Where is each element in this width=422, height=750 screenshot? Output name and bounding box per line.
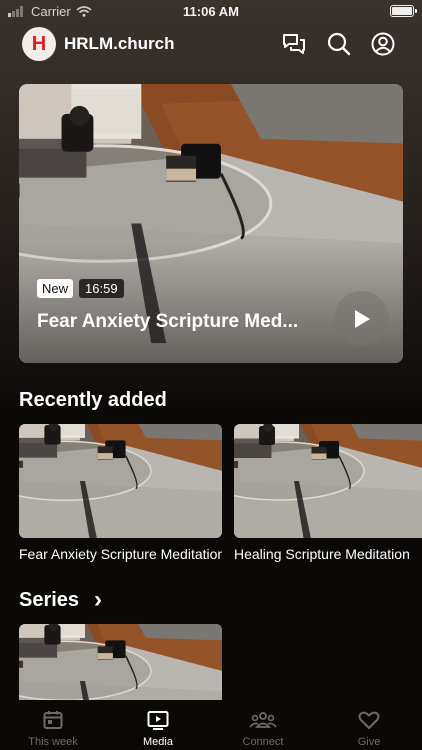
- duration-badge: 16:59: [79, 279, 124, 298]
- series-item-thumbnail[interactable]: [19, 624, 222, 700]
- status-time: 11:06 AM: [183, 4, 239, 19]
- heart-icon: [358, 711, 380, 729]
- recently-added-heading: Recently added: [19, 389, 167, 411]
- play-icon: [354, 309, 370, 328]
- tab-label: Connect: [242, 736, 284, 748]
- tab-connect[interactable]: Connect: [210, 700, 316, 750]
- tab-label: This week: [28, 736, 78, 748]
- tab-this-week[interactable]: This week: [0, 700, 106, 750]
- recent-item-thumbnail[interactable]: [234, 424, 422, 538]
- featured-media-card[interactable]: New 16:59 Fear Anxiety Scripture Med...: [19, 84, 403, 363]
- tab-bar: This week Media Connect Give: [0, 700, 422, 750]
- tab-label: Media: [143, 736, 173, 748]
- tab-label: Give: [357, 736, 381, 748]
- recent-item-image: [19, 424, 222, 538]
- logo-letter: H: [31, 32, 47, 55]
- new-badge: New: [37, 279, 74, 298]
- recent-item-thumbnail[interactable]: [19, 424, 222, 538]
- chat-icon[interactable]: [281, 31, 307, 57]
- featured-title: Fear Anxiety Scripture Med...: [37, 311, 299, 332]
- tab-give[interactable]: Give: [316, 700, 422, 750]
- church-logo[interactable]: H: [22, 27, 56, 61]
- profile-icon[interactable]: [370, 31, 396, 57]
- status-bar: Carrier 11:06 AM: [0, 0, 422, 22]
- people-icon: [249, 712, 277, 728]
- app-title: HRLM.church: [64, 34, 175, 53]
- series-item-image: [19, 624, 222, 700]
- recent-item-image: [234, 424, 422, 538]
- tab-media[interactable]: Media: [105, 700, 211, 750]
- search-icon[interactable]: [326, 31, 352, 57]
- play-button[interactable]: [334, 291, 389, 346]
- recent-item-label[interactable]: Fear Anxiety Scripture Meditation: [19, 546, 222, 562]
- battery-icon: [390, 5, 417, 17]
- media-icon: [147, 711, 169, 730]
- series-chevron-icon[interactable]: ›: [94, 586, 102, 614]
- recent-item-label[interactable]: Healing Scripture Meditation: [234, 546, 422, 562]
- app-header: H HRLM.church: [0, 26, 422, 62]
- series-heading[interactable]: Series: [19, 589, 79, 612]
- featured-badges: New 16:59: [37, 279, 124, 298]
- calendar-icon: [43, 711, 63, 729]
